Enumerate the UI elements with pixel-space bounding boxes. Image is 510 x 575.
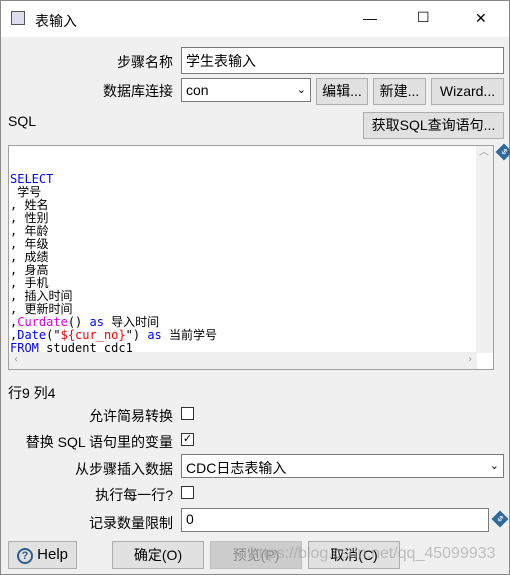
ok-button[interactable]: 确定(O) xyxy=(112,541,204,569)
execute-each-label: 执行每一行? xyxy=(95,487,173,503)
sql-token: , 手机 xyxy=(10,276,49,290)
title-bar: 表输入 — ☐ ✕ xyxy=(1,1,509,37)
sql-line: , 年级 xyxy=(10,238,492,251)
replace-vars-label: 替换 SQL 语句里的变量 xyxy=(25,434,173,450)
maximize-button[interactable]: ☐ xyxy=(417,9,430,26)
lazy-conversion-label: 允许简易转换 xyxy=(89,408,173,424)
cursor-position: 行9 列4 xyxy=(8,385,56,401)
sql-token: , 插入时间 xyxy=(10,289,73,303)
window-title: 表输入 xyxy=(35,13,77,29)
limit-label: 记录数量限制 xyxy=(89,515,173,531)
sql-token: () xyxy=(67,315,90,329)
app-icon xyxy=(11,11,25,25)
sql-editor[interactable]: SELECT 学号, 姓名, 性别, 年龄, 年级, 成绩, 身高, 手机, 插… xyxy=(8,145,494,370)
step-name-input[interactable]: 学生表输入 xyxy=(181,47,504,74)
sql-token: 当前学号 xyxy=(161,328,217,342)
check-icon: ✓ xyxy=(182,433,193,445)
chevron-down-icon: ⌄ xyxy=(489,460,499,472)
sql-line: , 成绩 xyxy=(10,251,492,264)
sql-token: (" xyxy=(46,328,61,342)
lazy-conversion-checkbox[interactable] xyxy=(181,407,194,420)
connection-label: 数据库连接 xyxy=(103,83,173,99)
sql-token: , 年龄 xyxy=(10,224,49,238)
table-input-dialog: 表输入 — ☐ ✕ 步骤名称 学生表输入 数据库连接 con ⌄ 编辑... 新建… xyxy=(0,0,510,575)
sql-token: , 性别 xyxy=(10,211,49,225)
scroll-up-icon: ︿ xyxy=(479,147,489,158)
execute-each-checkbox[interactable] xyxy=(181,486,194,499)
close-button[interactable]: ✕ xyxy=(475,10,487,27)
scroll-left-icon: ‹ xyxy=(13,354,20,365)
sql-text: SELECT 学号, 姓名, 性别, 年龄, 年级, 成绩, 身高, 手机, 插… xyxy=(10,173,492,368)
sql-line: , 年龄 xyxy=(10,225,492,238)
sql-token: Curdate xyxy=(17,315,68,329)
sql-line: 学号 xyxy=(10,186,492,199)
sql-token: , 成绩 xyxy=(10,250,49,264)
limit-input[interactable]: 0 xyxy=(181,508,489,532)
sql-line: , 姓名 xyxy=(10,199,492,212)
wizard-button[interactable]: Wizard... xyxy=(431,78,504,105)
vertical-scrollbar[interactable]: ︿ xyxy=(476,146,493,353)
sql-line: , 手机 xyxy=(10,277,492,290)
sql-label: SQL xyxy=(8,113,37,129)
sql-token: , 姓名 xyxy=(10,198,49,212)
minimize-button[interactable]: — xyxy=(363,10,377,26)
sql-line: SELECT xyxy=(10,173,492,186)
sql-token: , 身高 xyxy=(10,263,49,277)
sql-token: SELECT xyxy=(10,172,54,186)
sql-token: 学号 xyxy=(10,185,42,199)
help-button[interactable]: ? Help xyxy=(8,541,77,569)
connection-select[interactable]: con ⌄ xyxy=(181,78,311,102)
chevron-down-icon: ⌄ xyxy=(296,84,306,96)
sql-token: 导入时间 xyxy=(103,315,160,329)
help-icon: ? xyxy=(16,548,33,564)
connection-value: con xyxy=(186,82,209,98)
edit-connection-button[interactable]: 编辑... xyxy=(316,78,368,105)
sql-token: as xyxy=(89,315,104,329)
sql-token: ") xyxy=(125,328,148,342)
get-sql-button[interactable]: 获取SQL查询语句... xyxy=(363,112,504,139)
sql-token: ${cur_no} xyxy=(60,328,126,342)
replace-vars-checkbox[interactable]: ✓ xyxy=(181,433,194,446)
step-name-label: 步骤名称 xyxy=(117,54,173,70)
sql-token: , 更新时间 xyxy=(10,302,73,316)
cancel-button[interactable]: 取消(C) xyxy=(308,541,400,569)
horizontal-scrollbar[interactable]: ‹ › xyxy=(9,352,477,369)
sql-line: , 性别 xyxy=(10,212,492,225)
new-connection-button[interactable]: 新建... xyxy=(373,78,426,105)
sql-line: , 身高 xyxy=(10,264,492,277)
sql-line: , 插入时间 xyxy=(10,290,492,303)
preview-button[interactable]: 预览(P) xyxy=(210,541,302,569)
scroll-right-icon: › xyxy=(466,354,473,365)
insert-from-select[interactable]: CDC日志表输入 ⌄ xyxy=(181,454,504,478)
insert-from-value: CDC日志表输入 xyxy=(186,460,287,476)
variable-icon: $ xyxy=(495,143,510,161)
help-label: Help xyxy=(37,546,69,563)
variable-icon: $ xyxy=(491,510,509,528)
sql-token: , 年级 xyxy=(10,237,49,251)
sql-token: Date xyxy=(17,328,47,342)
sql-token: as xyxy=(147,328,162,342)
insert-from-label: 从步骤插入数据 xyxy=(75,461,173,477)
